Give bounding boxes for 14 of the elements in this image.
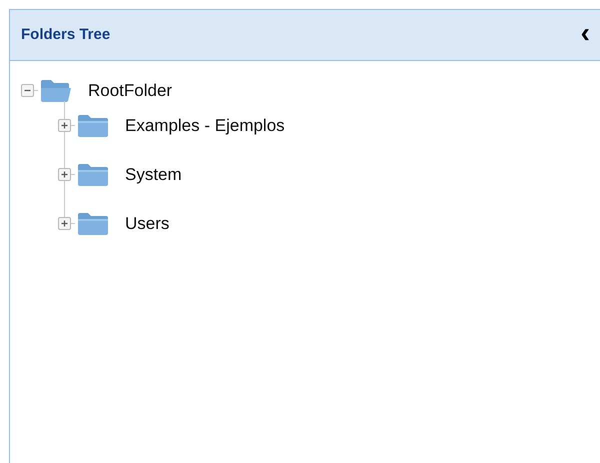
tree-node-label[interactable]: RootFolder (88, 78, 172, 104)
collapse-button[interactable]: ‹ (580, 19, 590, 51)
open-folder-icon (40, 78, 72, 102)
expand-icon[interactable] (58, 168, 71, 181)
folder-icon (77, 114, 109, 138)
panel-title: Folders Tree (21, 24, 110, 45)
tree-node-label[interactable]: System (125, 162, 182, 188)
folder-icon (77, 162, 109, 186)
folder-icon (77, 212, 109, 236)
tree-node-label[interactable]: Users (125, 210, 170, 236)
collapse-icon[interactable] (21, 84, 34, 97)
expand-icon[interactable] (58, 119, 71, 132)
expand-icon[interactable] (58, 217, 71, 230)
tree-node-label[interactable]: Examples - Ejemplos (125, 112, 285, 138)
